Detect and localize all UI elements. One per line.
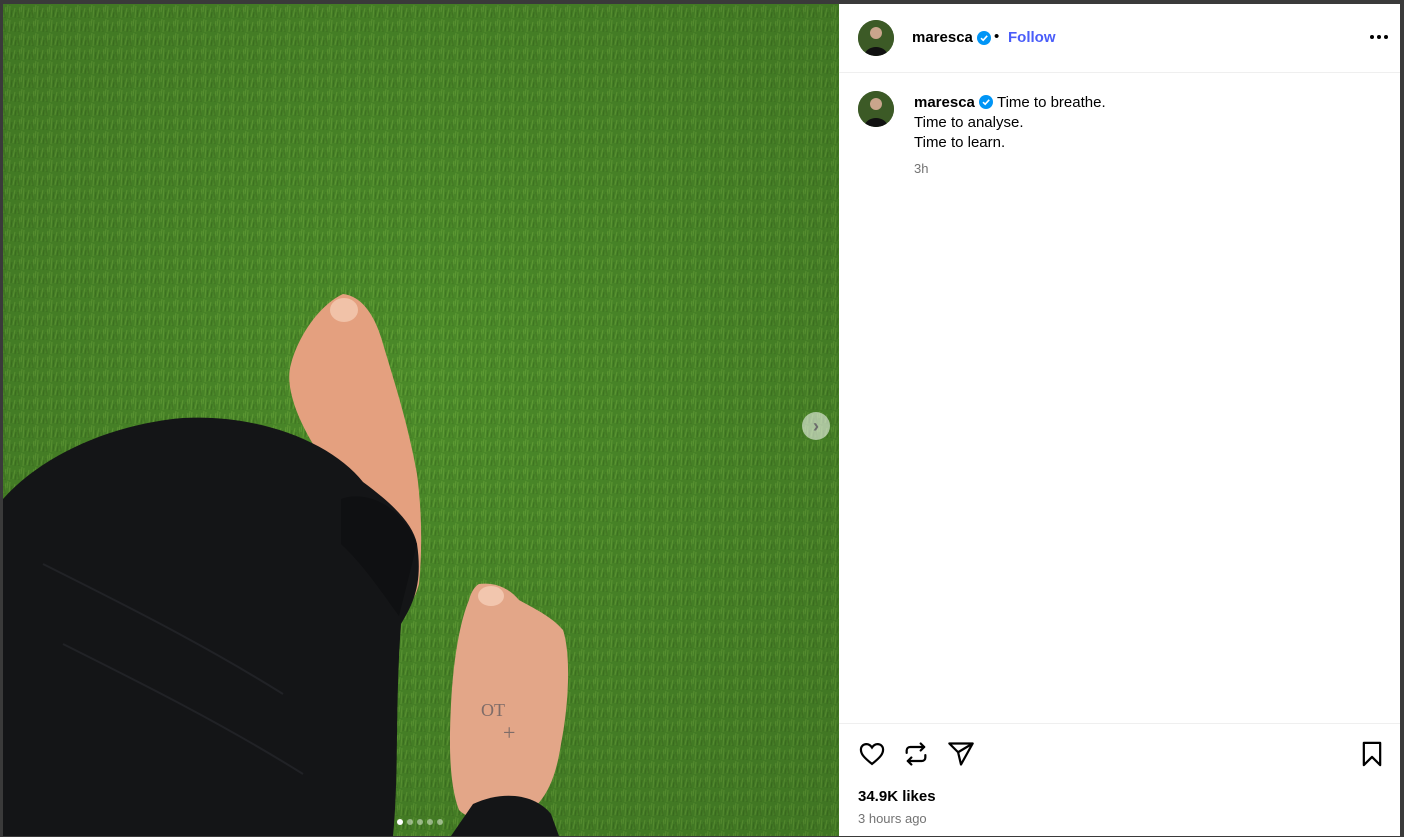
- follow-button[interactable]: Follow: [1008, 29, 1056, 46]
- carousel-indicator: [397, 819, 443, 825]
- header-username[interactable]: maresca: [912, 29, 991, 46]
- post-details-panel: maresca • Follow maresca Time to breathe…: [839, 4, 1400, 836]
- likes-count[interactable]: 34.9K likes: [858, 788, 936, 805]
- svg-text:+: +: [503, 720, 515, 745]
- more-options-icon[interactable]: [1368, 26, 1390, 48]
- heart-icon[interactable]: [858, 740, 886, 768]
- carousel-dot: [427, 819, 433, 825]
- post-header: maresca • Follow: [839, 4, 1400, 73]
- separator-dot: •: [994, 28, 1000, 45]
- carousel-dot: [397, 819, 403, 825]
- avatar[interactable]: [858, 91, 894, 127]
- verified-badge-icon: [979, 95, 994, 109]
- repost-icon[interactable]: [902, 740, 930, 768]
- caption-line: Time to learn.: [914, 134, 1006, 151]
- post-media[interactable]: OT + ›: [3, 4, 839, 836]
- username-text[interactable]: maresca: [912, 29, 973, 46]
- caption-line: Time to analyse.: [914, 114, 1024, 131]
- post-caption: maresca Time to breathe. Time to analyse…: [914, 93, 1384, 153]
- svg-text:OT: OT: [481, 700, 505, 720]
- carousel-dot: [407, 819, 413, 825]
- send-icon[interactable]: [947, 740, 975, 768]
- next-slide-button[interactable]: ›: [802, 412, 830, 440]
- bookmark-icon[interactable]: [1358, 740, 1386, 768]
- avatar[interactable]: [858, 20, 894, 56]
- carousel-dot: [417, 819, 423, 825]
- action-bar: 34.9K likes 3 hours ago: [839, 723, 1400, 837]
- caption-line: Time to breathe.: [996, 94, 1106, 111]
- black-shorts: [3, 417, 419, 836]
- post-dialog: OT + › maresca • Follow maresca Time to …: [0, 0, 1404, 836]
- carousel-dot: [437, 819, 443, 825]
- chevron-right-icon: ›: [813, 415, 819, 436]
- post-photo: OT +: [3, 4, 839, 836]
- verified-badge-icon: [976, 30, 991, 45]
- post-timestamp[interactable]: 3 hours ago: [858, 811, 927, 826]
- relative-timestamp[interactable]: 3h: [914, 161, 928, 176]
- caption-username[interactable]: maresca: [914, 94, 975, 111]
